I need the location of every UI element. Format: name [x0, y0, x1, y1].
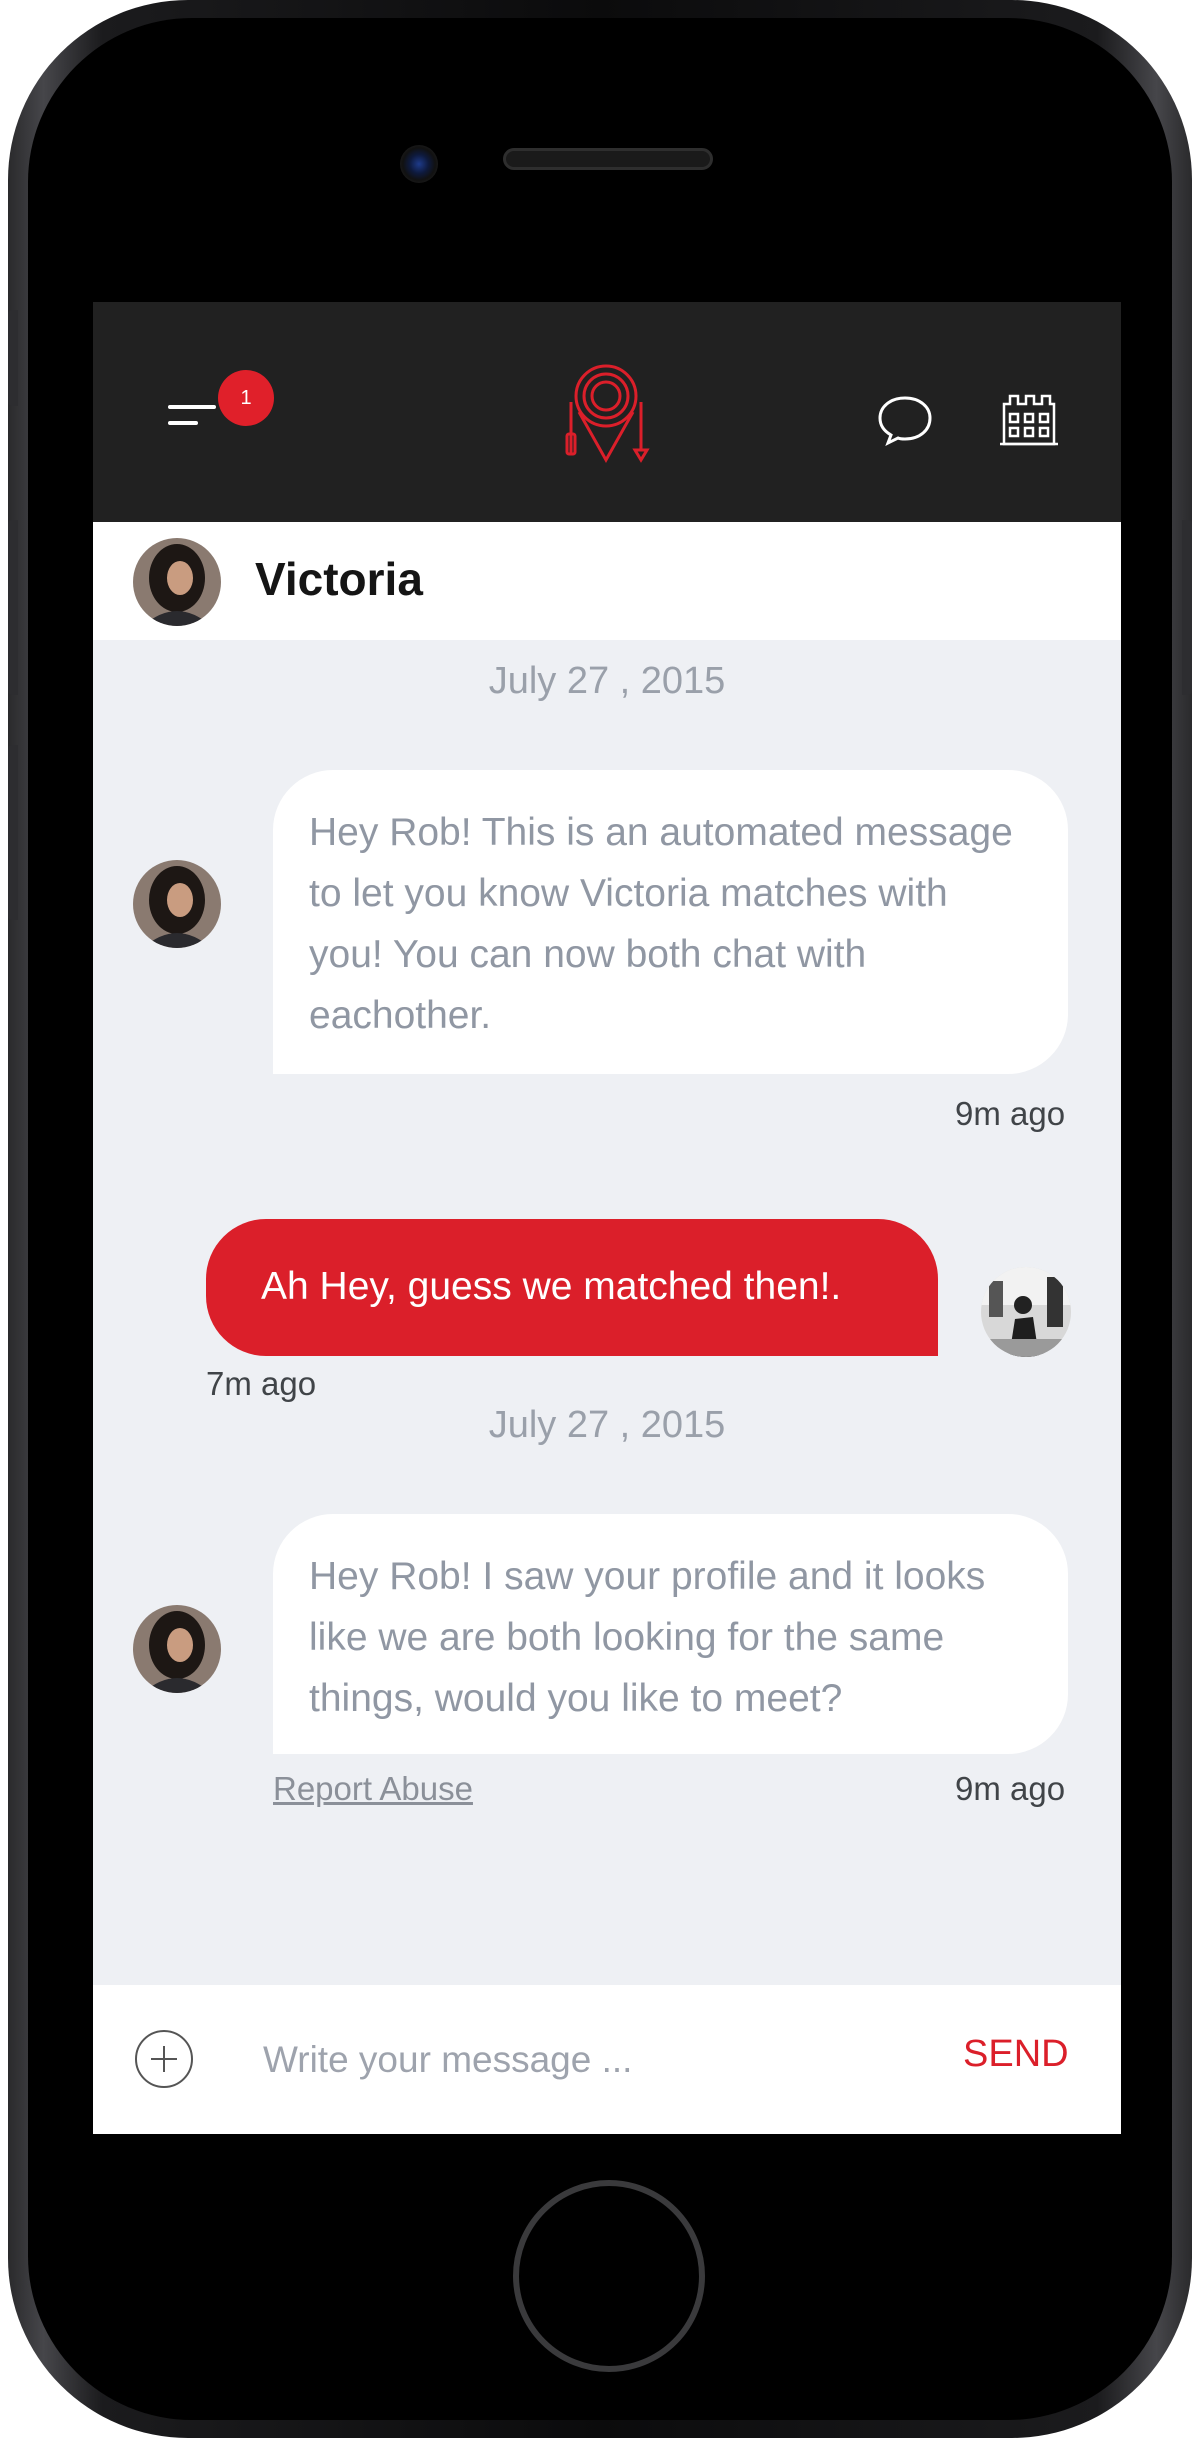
building-icon[interactable]	[998, 390, 1060, 448]
contact-avatar[interactable]	[133, 538, 221, 626]
notification-badge: 1	[218, 370, 274, 426]
date-separator: July 27 , 2015	[488, 660, 726, 702]
power-button	[1182, 520, 1192, 695]
volume-up-button	[8, 520, 18, 695]
phone-frame: 1 Victoria July 27 , 2015 Hey Rob! This …	[8, 0, 1192, 2438]
volume-down-button	[8, 745, 18, 920]
earpiece-speaker	[503, 148, 713, 170]
message-timestamp: 9m ago	[955, 1095, 1066, 1132]
add-attachment-icon[interactable]	[135, 2030, 193, 2088]
outgoing-message: Ah Hey, guess we matched then!.	[206, 1219, 938, 1356]
front-camera	[400, 145, 438, 183]
send-button[interactable]: SEND	[963, 2033, 1069, 2076]
sender-avatar[interactable]	[133, 860, 221, 948]
sender-avatar[interactable]	[133, 1605, 221, 1693]
report-abuse-link[interactable]: Report Abuse	[273, 1770, 473, 1808]
app-screen: 1 Victoria July 27 , 2015 Hey Rob! This …	[93, 302, 1121, 2134]
user-avatar[interactable]	[981, 1267, 1071, 1357]
incoming-message: Hey Rob! I saw your profile and it looks…	[273, 1514, 1068, 1754]
date-separator: July 27 , 2015	[488, 1404, 726, 1446]
message-composer: SEND	[93, 1985, 1121, 2134]
chat-header: Victoria	[93, 522, 1121, 640]
message-timestamp: 7m ago	[206, 1365, 317, 1402]
home-button[interactable]	[513, 2180, 705, 2372]
top-nav-bar: 1	[93, 302, 1121, 522]
message-timestamp: 9m ago	[955, 1770, 1066, 1807]
contact-name: Victoria	[255, 553, 423, 605]
app-logo-icon[interactable]	[561, 362, 651, 466]
chat-icon[interactable]	[876, 394, 934, 446]
message-input[interactable]	[263, 2025, 783, 2095]
incoming-message: Hey Rob! This is an automated message to…	[273, 770, 1068, 1074]
mute-switch	[8, 310, 18, 406]
